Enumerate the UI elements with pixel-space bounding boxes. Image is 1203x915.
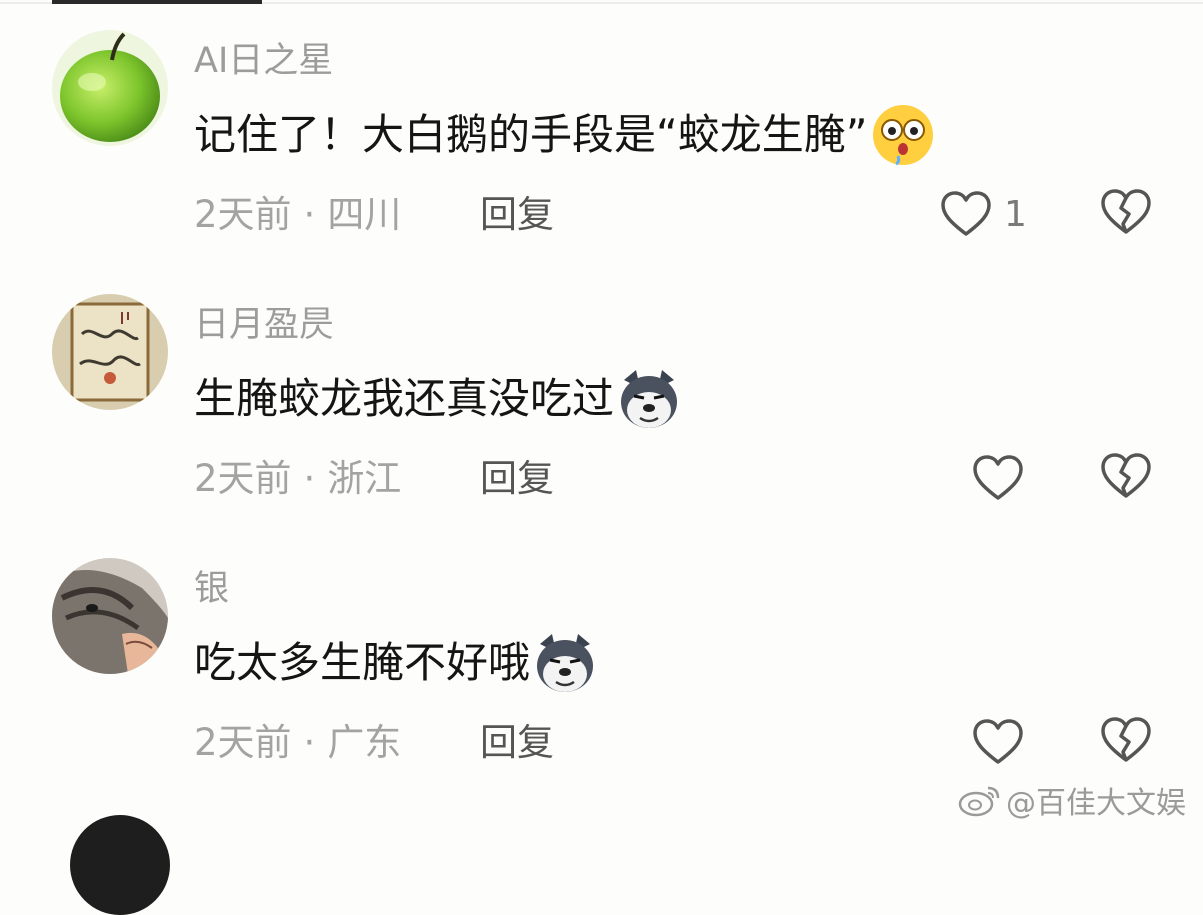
avatar[interactable] (70, 815, 170, 915)
comment-time: 2天前 (194, 721, 292, 764)
heart-outline-icon (973, 455, 1023, 500)
comment-text: 吃太多生腌不好哦 (194, 630, 598, 696)
reply-button[interactable]: 回复 (480, 196, 554, 233)
comment-text-body: 记住了！大白鹅的手段是“蛟龙生腌” (194, 110, 868, 159)
comment-meta: 2天前 · 浙江 (194, 460, 401, 497)
green-apple-avatar[interactable] (52, 30, 168, 146)
like-button[interactable] (972, 716, 1024, 768)
username[interactable]: 银 (194, 572, 229, 607)
heart-outline-icon (973, 719, 1023, 764)
comment-meta: 2天前 · 四川 (194, 196, 401, 233)
broken-heart-icon (1101, 717, 1151, 762)
like-count: 1 (1004, 193, 1027, 235)
comment-item: AI日之星 记住了！大白鹅的手段是“蛟龙生腌” 2天前 · 四川 回复 1 (0, 0, 1203, 250)
comment-item: 银 吃太多生腌不好哦 2天前 · 广东 回复 (0, 528, 1203, 778)
comment-location: 浙江 (327, 457, 402, 500)
flushed-face-emoji (870, 102, 936, 168)
like-button[interactable] (972, 452, 1024, 504)
comment-text-body: 生腌蛟龙我还真没吃过 (194, 374, 615, 423)
username[interactable]: 日月盈昃 (194, 308, 334, 343)
comment-meta: 2天前 · 广东 (194, 724, 401, 761)
reply-button[interactable]: 回复 (480, 460, 554, 497)
comment-time: 2天前 (194, 457, 292, 500)
comment-text: 记住了！大白鹅的手段是“蛟龙生腌” (194, 102, 936, 168)
comment-item: 日月盈昃 生腌蛟龙我还真没吃过 2天前 · 浙江 回复 (0, 264, 1203, 514)
meta-separator: · (303, 193, 316, 236)
reply-button[interactable]: 回复 (480, 724, 554, 761)
comment-location: 广东 (327, 721, 402, 764)
dislike-button[interactable] (1100, 452, 1152, 504)
comment-text-body: 吃太多生腌不好哦 (194, 638, 531, 687)
watermark-text: @百佳大文娱 (1006, 786, 1186, 821)
weibo-logo-icon (958, 786, 1000, 817)
heart-outline-icon (941, 191, 991, 236)
comment-location: 四川 (327, 193, 402, 236)
cat-photo-avatar[interactable] (52, 558, 168, 674)
husky-dog-emoji (532, 630, 598, 696)
broken-heart-icon (1101, 453, 1151, 498)
comment-text: 生腌蛟龙我还真没吃过 (194, 366, 682, 432)
dislike-button[interactable] (1100, 716, 1152, 768)
meta-separator: · (303, 721, 316, 764)
comment-time: 2天前 (194, 193, 292, 236)
broken-heart-icon (1101, 189, 1151, 234)
husky-dog-emoji (616, 366, 682, 432)
dislike-button[interactable] (1100, 188, 1152, 240)
watermark: @百佳大文娱 (958, 778, 1186, 822)
meta-separator: · (303, 457, 316, 500)
username[interactable]: AI日之星 (194, 44, 333, 79)
like-button[interactable]: 1 (940, 188, 1027, 240)
dragon-painting-avatar[interactable] (52, 294, 168, 410)
